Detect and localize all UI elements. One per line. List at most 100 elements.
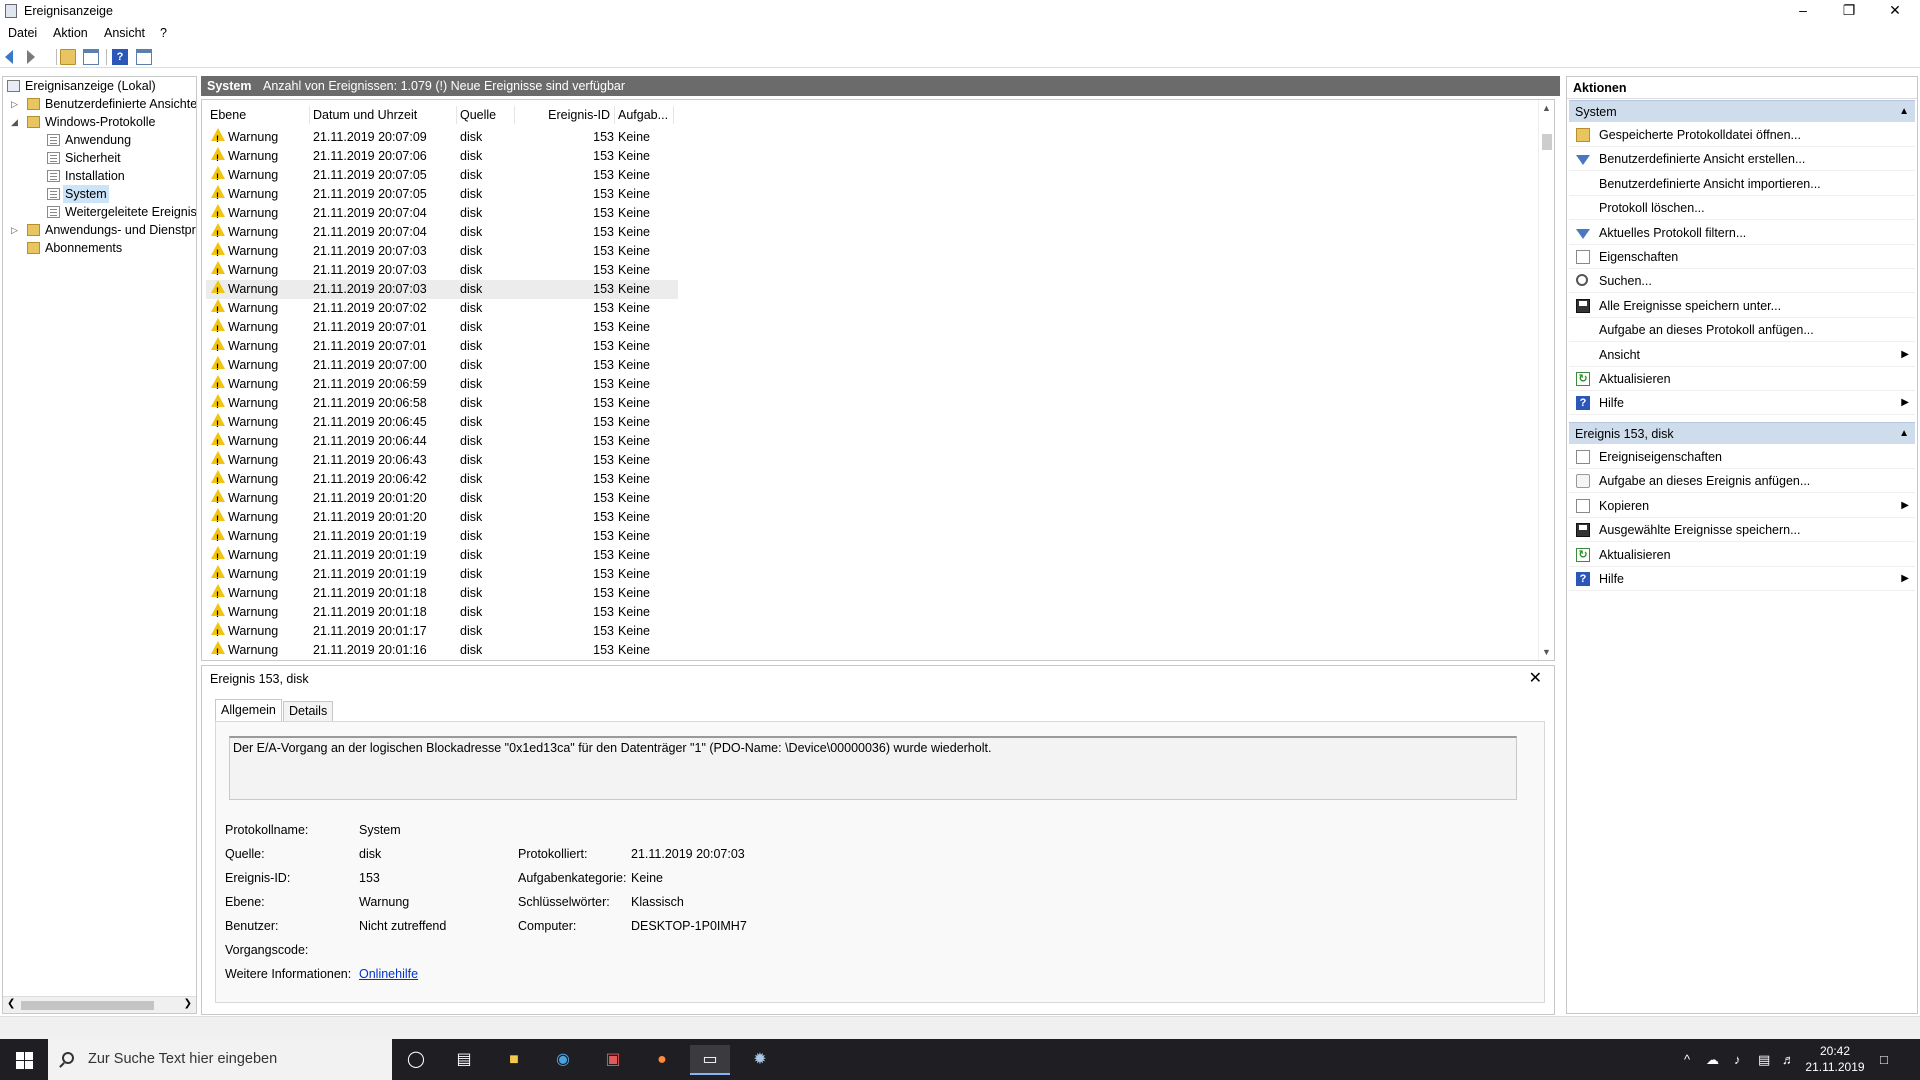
menu-ansicht[interactable]: Ansicht	[104, 26, 145, 40]
action-item[interactable]: Benutzerdefinierte Ansicht importieren..…	[1569, 172, 1915, 196]
notifications-icon[interactable]: □	[1880, 1039, 1888, 1080]
table-row[interactable]: Warnung 21.11.2019 20:07:03 disk 153 Keine	[206, 261, 678, 282]
col-ebene[interactable]: Ebene	[210, 106, 310, 124]
menu-help[interactable]: ?	[160, 26, 167, 40]
task-view-icon[interactable]: ▤	[444, 1045, 484, 1075]
table-row[interactable]: Warnung 21.11.2019 20:06:59 disk 153 Keine	[206, 375, 678, 396]
help-icon[interactable]: ?	[112, 49, 128, 65]
forward-arrow-icon[interactable]	[27, 50, 35, 64]
expand-chevron-icon[interactable]: ▷	[11, 221, 18, 239]
collapse-caret-icon[interactable]: ▲	[1899, 423, 1909, 445]
table-row[interactable]: Warnung 21.11.2019 20:01:16 disk 153 Keine	[206, 641, 678, 660]
table-row[interactable]: Warnung 21.11.2019 20:01:18 disk 153 Keine	[206, 584, 678, 605]
menu-aktion[interactable]: Aktion	[53, 26, 88, 40]
table-row[interactable]: Warnung 21.11.2019 20:01:17 disk 153 Keine	[206, 622, 678, 643]
action-item[interactable]: Ansicht ▶	[1569, 343, 1915, 367]
expand-chevron-icon[interactable]: ▷	[11, 95, 18, 113]
online-help-link[interactable]: Onlinehilfe	[359, 966, 418, 982]
show-hide-action-pane-icon[interactable]	[136, 49, 152, 65]
action-item[interactable]: Suchen...	[1569, 269, 1915, 294]
table-row[interactable]: Warnung 21.11.2019 20:06:43 disk 153 Keine	[206, 451, 678, 472]
table-row[interactable]: Warnung 21.11.2019 20:07:03 disk 153 Keine	[206, 242, 678, 263]
back-forward-buttons[interactable]	[5, 49, 35, 65]
table-row[interactable]: Warnung 21.11.2019 20:07:05 disk 153 Keine	[206, 166, 678, 187]
table-row[interactable]: Warnung 21.11.2019 20:07:00 disk 153 Keine	[206, 356, 678, 377]
action-item[interactable]: Ereigniseigenschaften	[1569, 445, 1915, 469]
table-row[interactable]: Warnung 21.11.2019 20:07:03 disk 153 Keine	[206, 280, 678, 301]
tray-chevron-icon[interactable]: ^	[1684, 1039, 1690, 1080]
restore-button[interactable]: ❐	[1826, 0, 1872, 22]
event-list-scrollbar[interactable]: ▲ ▼	[1538, 100, 1554, 660]
network-icon[interactable]: ▤	[1758, 1039, 1770, 1080]
table-row[interactable]: Warnung 21.11.2019 20:07:06 disk 153 Keine	[206, 147, 678, 168]
open-folder-icon[interactable]	[60, 49, 76, 65]
tab-details[interactable]: Details	[283, 701, 334, 721]
action-item[interactable]: Ausgewählte Ereignisse speichern...	[1569, 518, 1915, 543]
table-row[interactable]: Warnung 21.11.2019 20:01:18 disk 153 Keine	[206, 603, 678, 624]
col-aufgabe[interactable]: Aufgab...	[615, 106, 674, 124]
actions-section-event[interactable]: Ereignis 153, disk ▲	[1569, 422, 1915, 444]
microphone-icon[interactable]: ♪	[1734, 1039, 1741, 1080]
start-button[interactable]	[0, 1039, 48, 1080]
tree-horizontal-scrollbar[interactable]: ❮ ❯	[3, 996, 196, 1013]
table-row[interactable]: Warnung 21.11.2019 20:07:04 disk 153 Keine	[206, 223, 678, 244]
table-row[interactable]: Warnung 21.11.2019 20:01:19 disk 153 Keine	[206, 527, 678, 548]
taskbar-clock[interactable]: 20:42 21.11.2019	[1800, 1043, 1870, 1075]
col-ereignis-id[interactable]: Ereignis-ID	[515, 106, 615, 124]
table-row[interactable]: Warnung 21.11.2019 20:01:19 disk 153 Keine	[206, 565, 678, 586]
app-icon-paint[interactable]: ✹	[740, 1045, 780, 1075]
table-row[interactable]: Warnung 21.11.2019 20:07:01 disk 153 Keine	[206, 318, 678, 339]
action-item[interactable]: Benutzerdefinierte Ansicht erstellen...	[1569, 147, 1915, 172]
col-datum[interactable]: Datum und Uhrzeit	[310, 106, 457, 124]
table-row[interactable]: Warnung 21.11.2019 20:06:58 disk 153 Keine	[206, 394, 678, 415]
collapse-caret-icon[interactable]: ▲	[1899, 101, 1909, 123]
table-row[interactable]: Warnung 21.11.2019 20:06:45 disk 153 Keine	[206, 413, 678, 434]
table-row[interactable]: Warnung 21.11.2019 20:01:20 disk 153 Keine	[206, 489, 678, 510]
volume-icon[interactable]: ♬	[1782, 1039, 1795, 1080]
scroll-right-icon[interactable]: ❯	[184, 998, 192, 1009]
col-quelle[interactable]: Quelle	[457, 106, 515, 124]
action-item[interactable]: Aufgabe an dieses Protokoll anfügen...	[1569, 318, 1915, 343]
action-item[interactable]: Protokoll löschen...	[1569, 196, 1915, 221]
scroll-up-icon[interactable]: ▲	[1542, 103, 1551, 113]
scroll-left-icon[interactable]: ❮	[7, 998, 15, 1009]
menu-datei[interactable]: Datei	[8, 26, 37, 40]
table-row[interactable]: Warnung 21.11.2019 20:07:05 disk 153 Keine	[206, 185, 678, 206]
scroll-thumb[interactable]	[1542, 134, 1552, 150]
table-row[interactable]: Warnung 21.11.2019 20:07:04 disk 153 Keine	[206, 204, 678, 225]
scroll-down-icon[interactable]: ▼	[1542, 647, 1551, 657]
show-hide-console-tree-icon[interactable]	[83, 49, 99, 65]
close-window-button[interactable]: ✕	[1872, 0, 1918, 22]
app-icon-teamviewer[interactable]: ◉	[543, 1045, 583, 1075]
table-row[interactable]: Warnung 21.11.2019 20:07:02 disk 153 Keine	[206, 299, 678, 320]
scroll-thumb[interactable]	[21, 1001, 154, 1010]
action-item[interactable]: Aktuelles Protokoll filtern...	[1569, 221, 1915, 245]
action-item[interactable]: ↻ Aktualisieren	[1569, 367, 1915, 391]
action-item[interactable]: ? Hilfe ▶	[1569, 391, 1915, 416]
back-arrow-icon[interactable]	[5, 50, 13, 64]
tab-allgemein[interactable]: Allgemein	[215, 699, 282, 721]
close-detail-button[interactable]: ✕	[1529, 668, 1542, 688]
table-row[interactable]: Warnung 21.11.2019 20:01:20 disk 153 Keine	[206, 508, 678, 529]
action-item[interactable]: Gespeicherte Protokolldatei öffnen...	[1569, 123, 1915, 147]
action-item[interactable]: Eigenschaften	[1569, 245, 1915, 269]
taskbar-search-box[interactable]: Zur Suche Text hier eingeben	[48, 1039, 392, 1080]
cortana-icon[interactable]: ◯	[396, 1045, 436, 1075]
table-row[interactable]: Warnung 21.11.2019 20:01:19 disk 153 Keine	[206, 546, 678, 567]
table-row[interactable]: Warnung 21.11.2019 20:06:44 disk 153 Keine	[206, 432, 678, 453]
action-item[interactable]: ↻ Aktualisieren	[1569, 543, 1915, 567]
table-row[interactable]: Warnung 21.11.2019 20:07:09 disk 153 Keine	[206, 128, 678, 149]
action-item[interactable]: Alle Ereignisse speichern unter...	[1569, 294, 1915, 318]
app-icon-media[interactable]: ▣	[593, 1045, 633, 1075]
action-item[interactable]: ? Hilfe ▶	[1569, 567, 1915, 591]
actions-section-system[interactable]: System ▲	[1569, 100, 1915, 122]
firefox-icon[interactable]: ●	[642, 1045, 682, 1075]
minimize-button[interactable]: –	[1780, 0, 1826, 22]
table-row[interactable]: Warnung 21.11.2019 20:07:01 disk 153 Keine	[206, 337, 678, 358]
file-explorer-icon[interactable]: ■	[494, 1045, 534, 1075]
onedrive-icon[interactable]: ☁	[1706, 1039, 1719, 1080]
action-item[interactable]: Aufgabe an dieses Ereignis anfügen...	[1569, 469, 1915, 494]
event-viewer-taskbar-icon[interactable]: ▭	[690, 1045, 730, 1075]
table-row[interactable]: Warnung 21.11.2019 20:06:42 disk 153 Keine	[206, 470, 678, 491]
action-item[interactable]: Kopieren ▶	[1569, 494, 1915, 518]
